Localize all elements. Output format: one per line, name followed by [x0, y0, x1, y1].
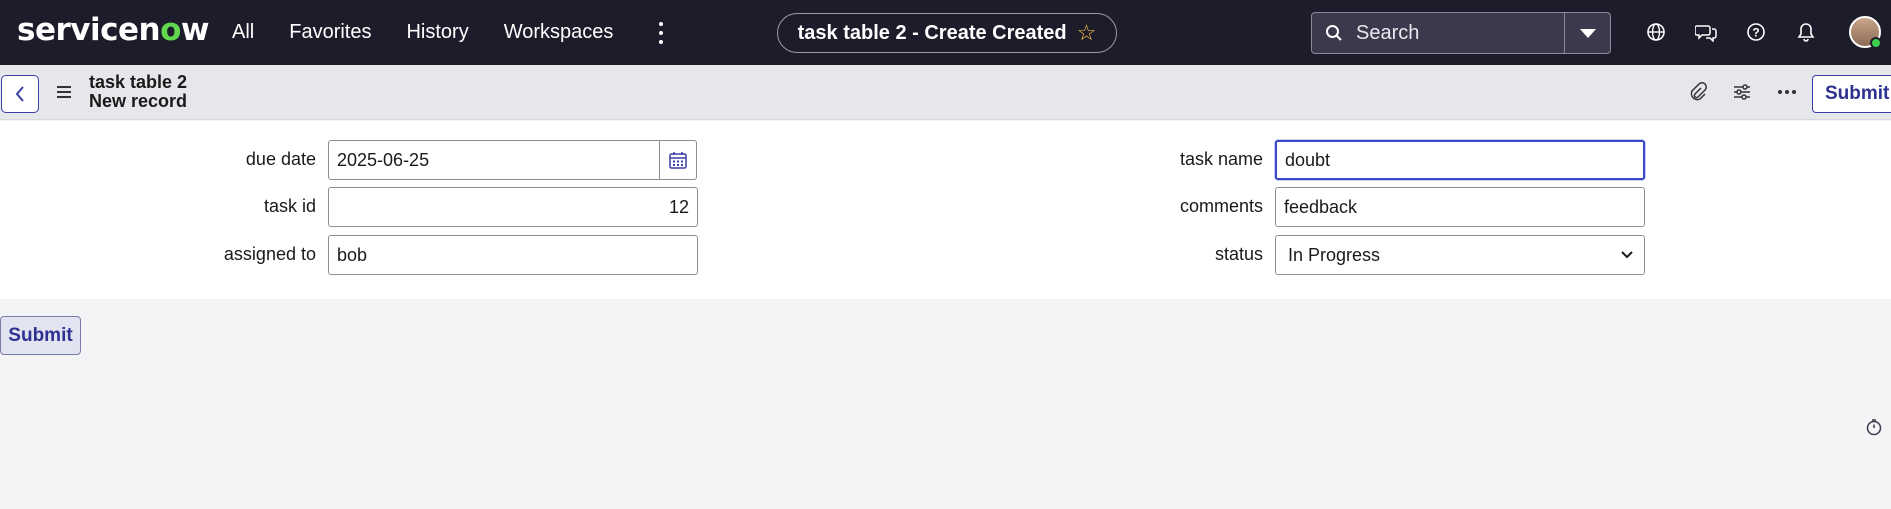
- nav-links: All Favorites History Workspaces: [232, 0, 648, 65]
- calendar-picker-button[interactable]: [659, 140, 697, 180]
- assigned-to-label: assigned to: [223, 244, 316, 264]
- status-selected-value: In Progress: [1288, 244, 1381, 265]
- chat-icon[interactable]: [1694, 20, 1718, 44]
- more-options-ellipsis-icon[interactable]: [1775, 80, 1799, 104]
- assigned-to-field[interactable]: bob: [328, 235, 698, 275]
- attachment-paperclip-icon[interactable]: [1685, 80, 1709, 104]
- table-name: task table 2: [89, 72, 188, 92]
- status-label: status: [1214, 244, 1263, 264]
- more-menu-icon[interactable]: [654, 20, 668, 46]
- nav-favorites[interactable]: Favorites: [289, 21, 371, 44]
- logo-text-start: servicen: [17, 12, 161, 48]
- search-scope-dropdown[interactable]: [1564, 13, 1610, 53]
- chevron-down-icon: [1621, 251, 1633, 259]
- task-id-label: task id: [263, 196, 316, 216]
- search-icon: [1312, 13, 1356, 53]
- hamburger-menu-icon[interactable]: [57, 86, 71, 98]
- submit-button-header[interactable]: Submit: [1812, 75, 1891, 113]
- favorite-star-icon[interactable]: ☆: [1077, 20, 1097, 46]
- task-name-label: task name: [1179, 149, 1263, 169]
- record-title: task table 2 New record: [89, 73, 187, 111]
- chevron-left-icon: [15, 86, 24, 102]
- nav-history[interactable]: History: [406, 21, 468, 44]
- comments-label: comments: [1179, 196, 1263, 216]
- user-avatar[interactable]: [1849, 16, 1882, 49]
- servicenow-logo[interactable]: servicenow: [17, 12, 210, 48]
- global-search[interactable]: Search: [1311, 12, 1611, 54]
- record-header-bar: task table 2 New record Submit: [0, 65, 1891, 120]
- due-date-label: due date: [245, 149, 316, 169]
- svg-text:?: ?: [1752, 26, 1759, 40]
- back-button[interactable]: [1, 75, 39, 113]
- notifications-bell-icon[interactable]: [1794, 20, 1818, 44]
- task-name-field[interactable]: doubt: [1275, 140, 1645, 180]
- response-timer-icon[interactable]: [1865, 418, 1883, 436]
- logo-text-end: w: [180, 12, 210, 48]
- help-icon[interactable]: ?: [1744, 20, 1768, 44]
- submit-button-bottom[interactable]: Submit: [0, 316, 81, 355]
- chevron-down-icon: [1579, 28, 1596, 38]
- search-input[interactable]: Search: [1356, 22, 1564, 45]
- online-status-dot: [1870, 37, 1882, 49]
- record-subtitle: New record: [89, 91, 188, 111]
- context-title: task table 2 - Create Created: [797, 21, 1067, 44]
- context-title-pill[interactable]: task table 2 - Create Created ☆: [777, 13, 1117, 53]
- calendar-icon: [669, 152, 687, 169]
- nav-all[interactable]: All: [232, 21, 254, 44]
- nav-workspaces[interactable]: Workspaces: [504, 21, 614, 44]
- status-select[interactable]: In Progress: [1275, 235, 1645, 275]
- comments-field[interactable]: feedback: [1275, 187, 1645, 227]
- top-navigation: servicenow All Favorites History Workspa…: [0, 0, 1891, 65]
- due-date-field[interactable]: 2025-06-25: [328, 140, 661, 180]
- task-id-field[interactable]: 12: [328, 187, 698, 227]
- globe-icon[interactable]: [1644, 20, 1668, 44]
- logo-text-o: o: [160, 12, 181, 48]
- personalize-form-sliders-icon[interactable]: [1730, 80, 1754, 104]
- record-form: due date 2025-06-25 task id 12 assigned …: [0, 121, 1891, 299]
